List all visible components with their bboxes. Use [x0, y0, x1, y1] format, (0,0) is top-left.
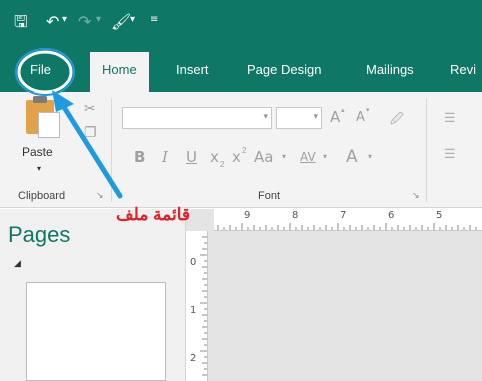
tab-insert[interactable]: Insert — [176, 62, 209, 77]
format-painter-dropdown-icon[interactable]: ▾ — [130, 14, 135, 25]
clipboard-clip-icon — [33, 96, 47, 103]
page-thumbnail[interactable] — [26, 282, 166, 381]
paste-button-label[interactable]: Paste — [22, 145, 53, 159]
ruler-number: 0 — [190, 257, 197, 268]
tab-page-design[interactable]: Page Design — [247, 62, 321, 77]
group-separator — [426, 98, 427, 202]
quick-access-toolbar: 🖫 ↶ ▾ ↷ ▾ 🖌 ▾ ≡ — [0, 0, 482, 48]
paste-paper-icon — [38, 112, 60, 138]
ruler-number: 9 — [244, 210, 251, 221]
tab-review[interactable]: Revi — [450, 62, 476, 77]
copy-icon[interactable]: ❐ — [84, 124, 97, 141]
paste-dropdown-icon[interactable]: ▾ — [37, 164, 41, 173]
font-color-button[interactable]: A — [346, 147, 358, 167]
subscript-button[interactable]: x — [210, 148, 219, 166]
ruler-number: 5 — [436, 210, 443, 221]
clear-formatting-icon[interactable]: 🖉 — [390, 110, 404, 132]
change-case-button[interactable]: Aa — [254, 148, 273, 166]
font-size-combo[interactable]: ▾ — [276, 107, 322, 129]
chevron-down-icon: ▾ — [313, 111, 318, 121]
customize-qat-icon[interactable]: ≡ — [150, 14, 158, 25]
font-launcher-icon[interactable]: ↘ — [412, 190, 420, 201]
ruler-number: 7 — [340, 210, 347, 221]
horizontal-ruler[interactable]: 9 8 7 6 5 — [214, 209, 482, 231]
italic-button[interactable]: I — [162, 148, 168, 166]
redo-dropdown-icon[interactable]: ▾ — [96, 14, 101, 25]
superscript-button[interactable]: x — [232, 148, 241, 166]
save-icon[interactable]: 🖫 — [14, 12, 28, 32]
redo-icon[interactable]: ↷ — [78, 12, 91, 32]
chevron-down-icon: ▾ — [263, 111, 268, 121]
clipboard-launcher-icon[interactable]: ↘ — [96, 190, 104, 201]
subscript-marker: 2 — [220, 160, 225, 169]
shrink-font-button[interactable]: A — [356, 110, 365, 125]
clipboard-group-label: Clipboard — [18, 190, 66, 202]
change-case-dropdown-icon[interactable]: ▾ — [282, 152, 286, 161]
tab-file[interactable]: File — [30, 62, 51, 77]
font-family-combo[interactable]: ▾ — [122, 107, 272, 129]
pages-panel-title: Pages — [8, 222, 71, 247]
ruler-number: 6 — [388, 210, 395, 221]
shrink-font-caret-icon: ▾ — [366, 107, 370, 114]
collapse-triangle-icon[interactable]: ◢ — [14, 258, 21, 269]
align-left-icon[interactable]: ☰ — [444, 146, 456, 162]
group-separator — [111, 98, 112, 202]
underline-button[interactable]: U — [186, 148, 197, 166]
canvas-workspace[interactable] — [186, 209, 482, 381]
undo-dropdown-icon[interactable]: ▾ — [62, 14, 67, 25]
superscript-marker: 2 — [242, 146, 247, 155]
character-spacing-dropdown-icon[interactable]: ▾ — [323, 152, 327, 161]
font-group-label: Font — [258, 190, 281, 202]
character-spacing-button[interactable]: AV — [300, 150, 316, 164]
ruler-number: 1 — [190, 305, 197, 316]
tab-mailings[interactable]: Mailings — [366, 62, 414, 77]
vertical-ruler[interactable]: 0 1 2 — [186, 231, 208, 381]
grow-font-button[interactable]: A — [330, 108, 340, 126]
format-painter-icon[interactable]: 🖌 — [111, 12, 131, 32]
grow-font-caret-icon: ▴ — [341, 107, 345, 114]
ruler-number: 2 — [190, 353, 197, 364]
annotation-label: قائمة ملف — [116, 205, 191, 224]
undo-icon[interactable]: ↶ — [46, 12, 59, 32]
bold-button[interactable]: B — [134, 148, 145, 166]
cut-icon[interactable]: ✂ — [84, 100, 96, 117]
font-color-dropdown-icon[interactable]: ▾ — [368, 152, 372, 161]
bullets-icon[interactable]: ☰ — [444, 110, 456, 126]
tab-home[interactable]: Home — [90, 52, 149, 92]
ruler-number: 8 — [292, 210, 299, 221]
